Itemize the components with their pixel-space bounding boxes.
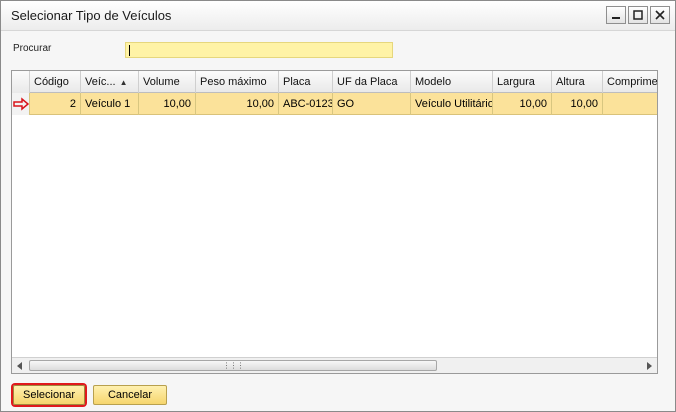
dialog-window: Selecionar Tipo de Veículos Procurar Cód… — [0, 0, 676, 412]
row-selector[interactable] — [12, 93, 30, 115]
scrollbar-thumb[interactable]: ⋮⋮⋮ — [29, 360, 437, 371]
sort-up-icon: ▲ — [119, 78, 128, 87]
arrow-right-icon — [13, 97, 29, 111]
cell-modelo[interactable]: Veículo Utilitário — [411, 93, 493, 115]
column-header-placa[interactable]: Placa — [279, 71, 333, 93]
grip-icon: ⋮⋮⋮ — [222, 360, 245, 370]
cell-peso-maximo[interactable]: 10,00 — [196, 93, 279, 115]
row-header-corner — [12, 71, 30, 93]
scroll-right-button[interactable] — [641, 358, 657, 373]
title-bar: Selecionar Tipo de Veículos — [1, 1, 675, 31]
cancel-button[interactable]: Cancelar — [93, 385, 167, 405]
horizontal-scrollbar[interactable]: ⋮⋮⋮ — [12, 357, 657, 373]
text-caret — [129, 45, 130, 56]
cell-volume[interactable]: 10,00 — [139, 93, 196, 115]
grid-header-row: Código Veíc... ▲ Volume Peso máximo Placa… — [12, 71, 657, 93]
select-button[interactable]: Selecionar — [13, 385, 85, 405]
column-header-modelo[interactable]: Modelo — [411, 71, 493, 93]
close-icon — [655, 10, 665, 20]
column-header-largura[interactable]: Largura — [493, 71, 552, 93]
column-header-altura[interactable]: Altura — [552, 71, 603, 93]
vehicle-grid: Código Veíc... ▲ Volume Peso máximo Placa… — [11, 70, 658, 374]
cell-veiculo[interactable]: Veículo 1 — [81, 93, 139, 115]
column-header-comprimento[interactable]: Comprime — [603, 71, 657, 93]
cell-altura[interactable]: 10,00 — [552, 93, 603, 115]
cell-codigo[interactable]: 2 — [30, 93, 81, 115]
minimize-button[interactable] — [606, 6, 626, 24]
column-header-veiculo[interactable]: Veíc... ▲ — [81, 71, 139, 93]
table-row[interactable]: 2 Veículo 1 10,00 10,00 ABC-0123 GO Veíc… — [12, 93, 657, 115]
cell-largura[interactable]: 10,00 — [493, 93, 552, 115]
column-header-codigo[interactable]: Código — [30, 71, 81, 93]
column-header-peso-maximo[interactable]: Peso máximo — [196, 71, 279, 93]
cell-placa[interactable]: ABC-0123 — [279, 93, 333, 115]
close-button[interactable] — [650, 6, 670, 24]
cell-comprimento[interactable] — [603, 93, 657, 115]
column-header-volume[interactable]: Volume — [139, 71, 196, 93]
scroll-left-button[interactable] — [12, 358, 28, 373]
cell-uf-placa[interactable]: GO — [333, 93, 411, 115]
column-header-veiculo-label: Veíc... — [85, 76, 116, 88]
search-label: Procurar — [13, 43, 52, 54]
minimize-icon — [612, 17, 620, 19]
maximize-icon — [633, 10, 643, 20]
search-input[interactable] — [125, 42, 393, 58]
maximize-button[interactable] — [628, 6, 648, 24]
window-title: Selecionar Tipo de Veículos — [11, 8, 172, 23]
arrow-right-icon — [647, 361, 652, 370]
arrow-left-icon — [17, 361, 22, 370]
column-header-uf-placa[interactable]: UF da Placa — [333, 71, 411, 93]
